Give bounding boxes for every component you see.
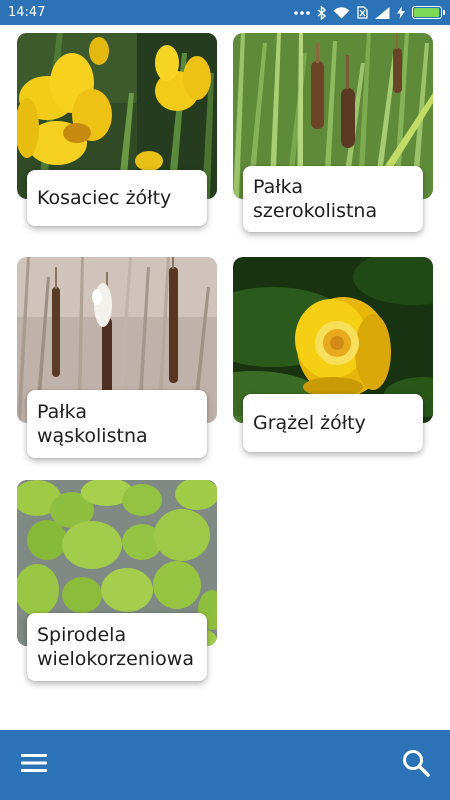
plant-card[interactable]: Pałka szerokolistna <box>233 33 433 232</box>
menu-button[interactable] <box>14 747 54 783</box>
hamburger-menu-icon <box>20 752 48 779</box>
search-icon <box>402 749 430 782</box>
search-button[interactable] <box>396 745 436 785</box>
plant-card-label: Kosaciec żółty <box>27 170 207 226</box>
plant-grid: Kosaciec żółty Pałka szerokolistna Pałka… <box>0 25 450 730</box>
wifi-icon <box>333 6 350 19</box>
status-icons <box>294 5 445 20</box>
battery-level <box>414 8 439 17</box>
plant-card[interactable]: Pałka wąskolistna <box>17 257 217 458</box>
bluetooth-icon <box>317 5 326 20</box>
plant-card-label: Pałka wąskolistna <box>27 390 207 458</box>
more-dots-icon <box>294 10 310 16</box>
plant-card-label: Spirodela wielokorzeniowa <box>27 613 207 681</box>
charging-icon <box>397 6 405 19</box>
status-time: 14:47 <box>8 5 46 20</box>
status-bar: 14:47 <box>0 0 450 25</box>
no-sim-icon <box>357 6 368 19</box>
signal-icon <box>375 6 390 19</box>
bottom-app-bar <box>0 730 450 800</box>
battery-icon <box>412 6 445 19</box>
plant-card-label: Grążel żółty <box>243 394 423 452</box>
plant-card[interactable]: Kosaciec żółty <box>17 33 217 231</box>
plant-card[interactable]: Spirodela wielokorzeniowa <box>17 480 217 681</box>
plant-card[interactable]: Grążel żółty <box>233 257 433 457</box>
plant-card-label: Pałka szerokolistna <box>243 166 423 232</box>
